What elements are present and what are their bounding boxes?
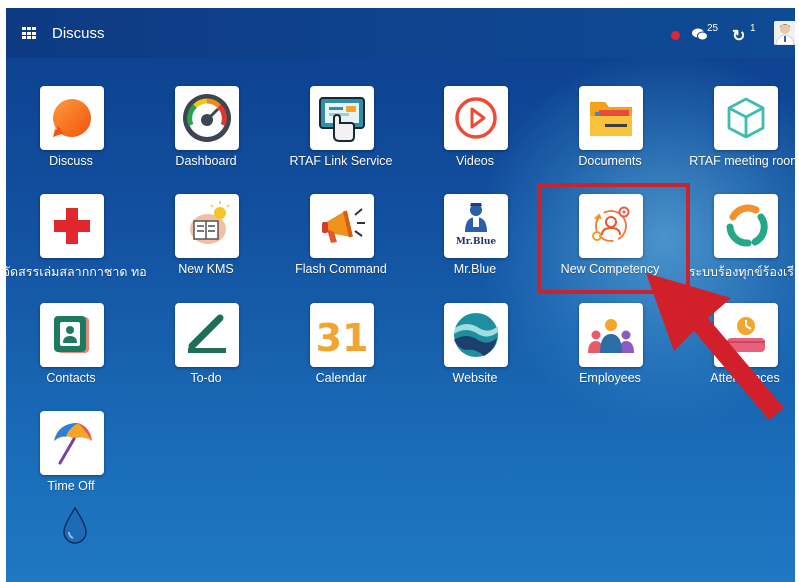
app-label: Time Off bbox=[47, 479, 95, 493]
activity-count-badge: 1 bbox=[750, 23, 756, 34]
app-tile-discuss[interactable]: Discuss bbox=[6, 86, 136, 186]
red-cross-icon bbox=[40, 194, 104, 258]
todo-icon bbox=[175, 303, 239, 367]
app-label: Videos bbox=[456, 154, 494, 168]
app-tile-documents[interactable]: Documents bbox=[545, 86, 675, 186]
discuss-icon bbox=[40, 86, 104, 150]
messages-count-badge: 25 bbox=[707, 23, 719, 34]
app-tile-flash-command[interactable]: Flash Command bbox=[276, 194, 406, 294]
app-label: New KMS bbox=[178, 262, 234, 276]
app-label: Mr.Blue bbox=[453, 262, 497, 276]
app-menu-grid-icon[interactable] bbox=[22, 27, 36, 39]
umbrella-icon bbox=[40, 411, 104, 475]
app-label: Flash Command bbox=[295, 262, 387, 276]
water-drop-icon bbox=[63, 506, 87, 544]
app-label: Discuss bbox=[49, 154, 93, 168]
app-home-screen: Discuss 25 ↻ 1 Discuss Dashboard RTAF Li… bbox=[6, 8, 795, 582]
website-icon bbox=[444, 303, 508, 367]
app-tile-rtaf-link-service[interactable]: RTAF Link Service bbox=[276, 86, 406, 186]
activity-clock-icon[interactable]: ↻ bbox=[732, 26, 745, 46]
app-tile-time-off[interactable]: Time Off bbox=[6, 411, 136, 511]
app-label: RTAF meeting room bbox=[689, 154, 795, 168]
app-tile-videos[interactable]: Videos bbox=[410, 86, 540, 186]
calendar-icon: 31 bbox=[310, 303, 374, 367]
app-label: Dashboard bbox=[175, 154, 237, 168]
app-tile-dashboard[interactable]: Dashboard bbox=[141, 86, 271, 186]
dashboard-gauge-icon bbox=[175, 86, 239, 150]
app-tile-website[interactable]: Website bbox=[410, 303, 540, 403]
app-tile-mr-blue[interactable]: Mr.Blue Mr.Blue bbox=[410, 194, 540, 294]
app-tile-rtaf-meeting-room[interactable]: RTAF meeting room bbox=[680, 86, 795, 186]
cube-icon bbox=[714, 86, 778, 150]
top-navbar: Discuss 25 ↻ 1 bbox=[6, 8, 795, 58]
app-tile-contacts[interactable]: Contacts bbox=[6, 303, 136, 403]
app-label: RTAF Link Service bbox=[289, 154, 393, 168]
mrblue-logo-text: Mr.Blue bbox=[456, 237, 497, 247]
calendar-day-number: 31 bbox=[316, 316, 368, 359]
app-tile-calendar[interactable]: 31 Calendar bbox=[276, 303, 406, 403]
folder-icon bbox=[579, 86, 643, 150]
app-label: Website bbox=[452, 371, 498, 385]
app-label: Calendar bbox=[315, 371, 367, 385]
annotation-arrow-icon bbox=[646, 273, 784, 420]
contact-card-icon bbox=[40, 303, 104, 367]
user-avatar[interactable] bbox=[774, 21, 795, 45]
app-label: Documents bbox=[578, 154, 642, 168]
link-service-icon bbox=[310, 86, 374, 150]
app-tile-red-cross-lottery[interactable]: รจัดสรรเล่มสลากกาชาด ทอ. bbox=[6, 194, 146, 294]
messages-icon[interactable] bbox=[692, 28, 708, 41]
app-label: To-do bbox=[190, 371, 222, 385]
presence-status-dot[interactable] bbox=[671, 31, 680, 40]
mr-blue-icon: Mr.Blue bbox=[444, 194, 508, 258]
kms-icon bbox=[175, 194, 239, 258]
app-title: Discuss bbox=[52, 25, 105, 42]
app-label: รจัดสรรเล่มสลากกาชาด ทอ. bbox=[6, 265, 146, 279]
app-label: Contacts bbox=[46, 371, 96, 385]
app-tile-new-kms[interactable]: New KMS bbox=[141, 194, 271, 294]
app-tile-to-do[interactable]: To-do bbox=[141, 303, 271, 403]
megaphone-icon bbox=[310, 194, 374, 258]
play-icon bbox=[444, 86, 508, 150]
